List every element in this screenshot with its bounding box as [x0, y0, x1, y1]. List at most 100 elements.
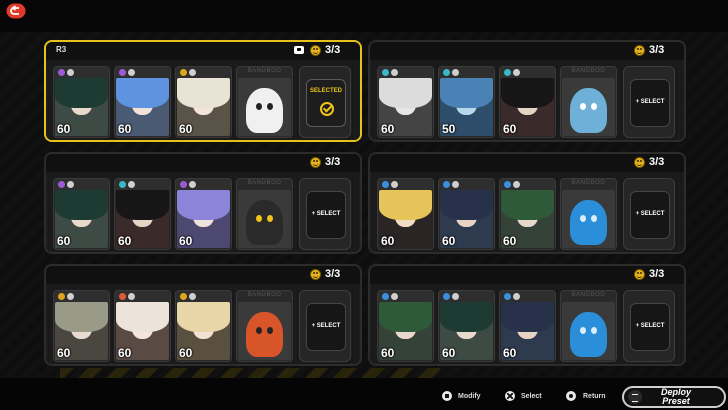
smiley-icon	[310, 269, 321, 280]
preset-card[interactable]: 3/3 60 60 60 BANGBOO + SELECT	[368, 264, 686, 366]
bangboo-slot[interactable]: BANGBOO	[236, 290, 293, 362]
preset-card[interactable]: R3 3/3 60 60 60 BANGBOO SELECTED	[44, 40, 362, 142]
smiley-icon	[310, 45, 321, 56]
agent-hair	[501, 302, 554, 333]
agent-slot[interactable]: 60	[114, 178, 171, 250]
specialty-icon	[452, 181, 459, 188]
agent-hair	[116, 78, 169, 109]
select-hint[interactable]: Select	[521, 393, 542, 400]
agent-level: 60	[381, 122, 395, 136]
deploy-preset-button[interactable]: Deploy Preset	[622, 386, 726, 408]
modify-hint[interactable]: Modify	[458, 393, 481, 400]
agent-hair	[116, 302, 169, 333]
bangboo-slot[interactable]: BANGBOO	[560, 178, 617, 250]
bangboo-slot[interactable]: BANGBOO	[560, 66, 617, 138]
bangboo-portrait	[562, 190, 615, 248]
agent-hair	[440, 190, 493, 221]
bangboo-slot[interactable]: BANGBOO	[236, 178, 293, 250]
bangboo-portrait	[562, 302, 615, 360]
agent-level: 50	[442, 122, 456, 136]
agent-slot[interactable]: 60	[53, 66, 110, 138]
selected-button[interactable]: SELECTED	[299, 66, 351, 138]
attribute-icon	[443, 181, 450, 188]
bangboo-eye	[579, 327, 586, 335]
agent-eye	[146, 327, 152, 332]
agent-slot[interactable]: 60	[377, 290, 434, 362]
agent-eye	[85, 215, 91, 220]
agent-eye	[409, 215, 415, 220]
select-button[interactable]: + SELECT	[299, 290, 351, 362]
select-button[interactable]: + SELECT	[623, 290, 675, 362]
agent-hair	[177, 190, 230, 221]
agent-slot[interactable]: 60	[377, 178, 434, 250]
preset-card[interactable]: 3/3 60 60 60 BANGBOO + SELECT	[368, 152, 686, 254]
top-bar	[0, 0, 728, 32]
select-button[interactable]: + SELECT	[299, 178, 351, 250]
attribute-icon	[180, 293, 187, 300]
back-arrow-icon[interactable]	[6, 3, 26, 19]
agent-eye	[196, 103, 202, 108]
agent-hair	[379, 302, 432, 333]
agent-slot[interactable]: 60	[438, 178, 495, 250]
bangboo-portrait	[562, 78, 615, 136]
agent-eye	[520, 103, 526, 108]
action-inner: + SELECT	[306, 303, 346, 351]
preset-card[interactable]: 3/3 60 50 60 BANGBOO + SELECT	[368, 40, 686, 142]
specialty-icon	[189, 181, 196, 188]
bangboo-eye	[591, 327, 598, 335]
agent-level: 60	[118, 122, 132, 136]
attribute-icon	[382, 293, 389, 300]
specialty-icon	[391, 293, 398, 300]
return-hint[interactable]: Return	[583, 393, 606, 400]
bangboo-slot[interactable]: BANGBOO	[560, 290, 617, 362]
attribute-icon	[504, 69, 511, 76]
agent-slot[interactable]: 60	[114, 290, 171, 362]
bangboo-figure	[246, 200, 283, 245]
specialty-icon	[67, 293, 74, 300]
agent-slot[interactable]: 60	[114, 66, 171, 138]
bangboo-eye	[579, 103, 586, 111]
select-button[interactable]: + SELECT	[623, 178, 675, 250]
preset-card[interactable]: 3/3 60 60 60 BANGBOO + SELECT	[44, 264, 362, 366]
agent-hair	[440, 302, 493, 333]
specialty-icon	[128, 293, 135, 300]
action-label: + SELECT	[635, 211, 665, 217]
agent-hair	[177, 302, 230, 333]
attribute-icon	[119, 181, 126, 188]
action-label: + SELECT	[311, 323, 341, 329]
specialty-icon	[452, 293, 459, 300]
agent-slot[interactable]: 60	[499, 178, 556, 250]
attribute-icon	[58, 181, 65, 188]
bangboo-figure	[246, 88, 283, 133]
bangboo-label: BANGBOO	[247, 68, 282, 74]
bangboo-label: BANGBOO	[571, 68, 606, 74]
agent-slot[interactable]: 60	[175, 178, 232, 250]
agent-slot[interactable]: 60	[438, 290, 495, 362]
agent-slot[interactable]: 60	[53, 178, 110, 250]
agent-slot[interactable]: 60	[499, 290, 556, 362]
specialty-icon	[67, 181, 74, 188]
specialty-icon	[391, 69, 398, 76]
agent-slot[interactable]: 60	[175, 290, 232, 362]
specialty-icon	[391, 181, 398, 188]
bangboo-slot[interactable]: BANGBOO	[236, 66, 293, 138]
agent-slot[interactable]: 60	[175, 66, 232, 138]
agent-level: 60	[503, 346, 517, 360]
agent-eye	[85, 327, 91, 332]
select-button[interactable]: + SELECT	[623, 66, 675, 138]
agent-slot[interactable]: 60	[377, 66, 434, 138]
attribute-icon	[504, 181, 511, 188]
bangboo-figure	[570, 312, 607, 357]
bangboo-eye	[255, 327, 262, 335]
agent-eye	[196, 327, 202, 332]
agent-hair	[379, 190, 432, 221]
agent-slot[interactable]: 50	[438, 66, 495, 138]
specialty-icon	[513, 181, 520, 188]
agent-slot[interactable]: 60	[499, 66, 556, 138]
agent-eye	[470, 215, 476, 220]
agent-slot[interactable]: 60	[53, 290, 110, 362]
agent-eye	[146, 215, 152, 220]
smiley-icon	[634, 157, 645, 168]
agent-eye	[207, 215, 213, 220]
preset-card[interactable]: 3/3 60 60 60 BANGBOO + SELECT	[44, 152, 362, 254]
